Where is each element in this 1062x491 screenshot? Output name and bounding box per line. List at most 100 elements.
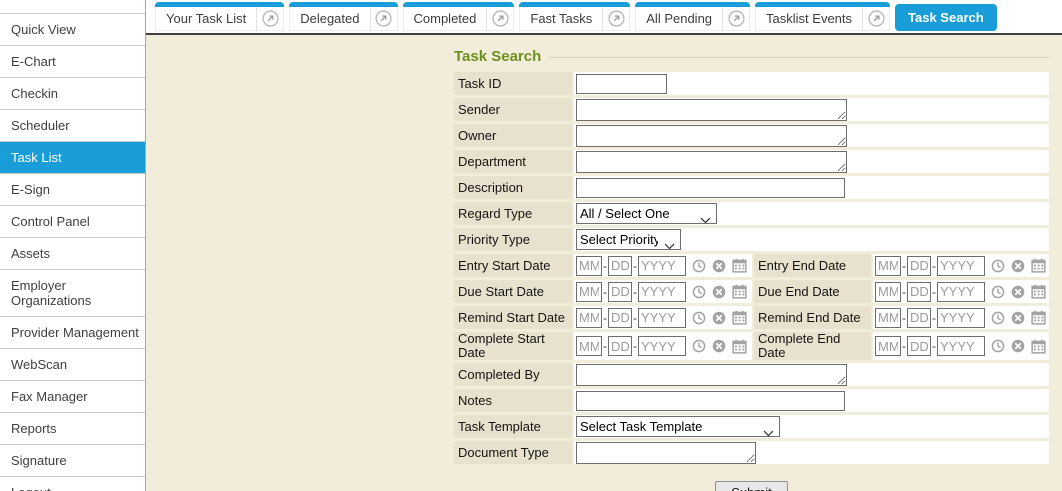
tab-popout-button[interactable] bbox=[370, 7, 397, 30]
sidebar-item-control-panel[interactable]: Control Panel bbox=[0, 206, 145, 238]
due-start-date-calendar-button[interactable] bbox=[732, 284, 747, 299]
sidebar-item-provider-management[interactable]: Provider Management bbox=[0, 317, 145, 349]
complete-end-date-clear-button[interactable] bbox=[1011, 339, 1025, 353]
sidebar-item-checkin[interactable]: Checkin bbox=[0, 78, 145, 110]
entry-end-date-calendar-button[interactable] bbox=[1031, 258, 1046, 273]
remind-start-date-year-input[interactable] bbox=[638, 308, 686, 328]
sidebar-item-assets[interactable]: Assets bbox=[0, 238, 145, 270]
task-id-input[interactable] bbox=[576, 74, 667, 94]
tab-popout-button[interactable] bbox=[256, 7, 283, 30]
remind-end-date-calendar-button[interactable] bbox=[1031, 310, 1046, 325]
tab-popout-button[interactable] bbox=[486, 7, 513, 30]
due-end-date-day-input[interactable] bbox=[907, 282, 931, 302]
priority-type-select[interactable]: Select Priority bbox=[576, 229, 681, 250]
owner-textarea[interactable] bbox=[576, 125, 847, 147]
complete-start-date-clock-button[interactable] bbox=[692, 339, 706, 353]
complete-end-date-day-input[interactable] bbox=[907, 336, 931, 356]
sidebar-item-e-chart[interactable]: E-Chart bbox=[0, 46, 145, 78]
entry-start-date-clock-button[interactable] bbox=[692, 259, 706, 273]
submit-button[interactable]: Submit bbox=[715, 481, 787, 491]
tab-your-task-list[interactable]: Your Task List bbox=[155, 2, 284, 31]
sidebar-item-task-list[interactable]: Task List bbox=[0, 142, 145, 174]
remind-start-date-month-input[interactable] bbox=[576, 308, 602, 328]
entry-start-date-month-input[interactable] bbox=[576, 256, 602, 276]
open-in-new-icon bbox=[728, 10, 745, 27]
clear-icon bbox=[712, 339, 726, 353]
complete-start-date-calendar-button[interactable] bbox=[732, 339, 747, 354]
complete-start-date-year-input[interactable] bbox=[638, 336, 686, 356]
sender-textarea[interactable] bbox=[576, 99, 847, 121]
entry-end-date-day-input[interactable] bbox=[907, 256, 931, 276]
clock-icon bbox=[692, 311, 706, 325]
entry-end-date-month-input[interactable] bbox=[875, 256, 901, 276]
regard-type-select[interactable]: All / Select One bbox=[576, 203, 717, 224]
task-template-select[interactable]: Select Task Template bbox=[576, 416, 780, 437]
remind-start-date-clear-button[interactable] bbox=[712, 311, 726, 325]
tab-popout-button[interactable] bbox=[722, 7, 749, 30]
tab-body: All Pending bbox=[635, 7, 750, 31]
due-end-date-year-input[interactable] bbox=[937, 282, 985, 302]
tab-tasklist-events[interactable]: Tasklist Events bbox=[755, 2, 890, 31]
remind-end-date-clear-button[interactable] bbox=[1011, 311, 1025, 325]
entry-end-date-clock-button[interactable] bbox=[991, 259, 1005, 273]
due-end-date-clear-button[interactable] bbox=[1011, 285, 1025, 299]
due-start-date-year-input[interactable] bbox=[638, 282, 686, 302]
date-separator: - bbox=[633, 285, 637, 299]
due-start-date-clock-button[interactable] bbox=[692, 285, 706, 299]
tab-delegated[interactable]: Delegated bbox=[289, 2, 397, 31]
entry-start-date-calendar-button[interactable] bbox=[732, 258, 747, 273]
remind-end-date-month-input[interactable] bbox=[875, 308, 901, 328]
notes-input[interactable] bbox=[576, 391, 845, 411]
entry-end-date-clear-button[interactable] bbox=[1011, 259, 1025, 273]
open-in-new-icon bbox=[492, 10, 509, 27]
title-divider bbox=[549, 57, 1049, 58]
due-start-date-clear-button[interactable] bbox=[712, 285, 726, 299]
complete-end-date-calendar-button[interactable] bbox=[1031, 339, 1046, 354]
tab-completed[interactable]: Completed bbox=[403, 2, 515, 31]
sidebar-item-e-sign[interactable]: E-Sign bbox=[0, 174, 145, 206]
date-separator: - bbox=[902, 339, 906, 353]
due-end-date-clock-button[interactable] bbox=[991, 285, 1005, 299]
entry-start-date-clear-button[interactable] bbox=[712, 259, 726, 273]
sidebar-item-reports[interactable]: Reports bbox=[0, 413, 145, 445]
complete-end-date-clock-button[interactable] bbox=[991, 339, 1005, 353]
sidebar-item-fax-manager[interactable]: Fax Manager bbox=[0, 381, 145, 413]
tab-popout-button[interactable] bbox=[602, 7, 629, 30]
sidebar-item-quick-view[interactable]: Quick View bbox=[0, 14, 145, 46]
sidebar-item-webscan[interactable]: WebScan bbox=[0, 349, 145, 381]
sidebar-item-employer-organizations[interactable]: Employer Organizations bbox=[0, 270, 145, 317]
sidebar-item-signature[interactable]: Signature bbox=[0, 445, 145, 477]
complete-end-date-month-input[interactable] bbox=[875, 336, 901, 356]
sidebar-item-scheduler[interactable]: Scheduler bbox=[0, 110, 145, 142]
entry-start-date-year-input[interactable] bbox=[638, 256, 686, 276]
tab-popout-button[interactable] bbox=[862, 7, 889, 30]
remind-start-date-date-group: -- bbox=[576, 308, 747, 328]
description-input[interactable] bbox=[576, 178, 845, 198]
tab-fast-tasks[interactable]: Fast Tasks bbox=[519, 2, 630, 31]
sidebar-item-logout[interactable]: Logout bbox=[0, 477, 145, 491]
department-textarea[interactable] bbox=[576, 151, 847, 173]
remind-end-date-year-input[interactable] bbox=[937, 308, 985, 328]
entry-start-date-day-input[interactable] bbox=[608, 256, 632, 276]
due-start-date-day-input[interactable] bbox=[608, 282, 632, 302]
complete-start-date-clear-button[interactable] bbox=[712, 339, 726, 353]
remind-start-date-calendar-button[interactable] bbox=[732, 310, 747, 325]
complete-start-date-day-input[interactable] bbox=[608, 336, 632, 356]
entry-end-date-year-input[interactable] bbox=[937, 256, 985, 276]
page-title: Task Search bbox=[454, 48, 541, 65]
tab-all-pending[interactable]: All Pending bbox=[635, 2, 750, 31]
remind-end-date-day-input[interactable] bbox=[907, 308, 931, 328]
remind-start-date-day-input[interactable] bbox=[608, 308, 632, 328]
due-end-date-calendar-button[interactable] bbox=[1031, 284, 1046, 299]
tab-task-search[interactable]: Task Search bbox=[895, 4, 997, 31]
due-start-date-month-input[interactable] bbox=[576, 282, 602, 302]
complete-end-date-year-input[interactable] bbox=[937, 336, 985, 356]
open-in-new-icon bbox=[868, 10, 885, 27]
remind-start-date-clock-button[interactable] bbox=[692, 311, 706, 325]
form-row-task-template: Task TemplateSelect Task Template bbox=[454, 415, 1049, 438]
complete-start-date-month-input[interactable] bbox=[576, 336, 602, 356]
due-end-date-month-input[interactable] bbox=[875, 282, 901, 302]
document-type-textarea[interactable] bbox=[576, 442, 756, 464]
remind-end-date-clock-button[interactable] bbox=[991, 311, 1005, 325]
completed-by-textarea[interactable] bbox=[576, 364, 847, 386]
